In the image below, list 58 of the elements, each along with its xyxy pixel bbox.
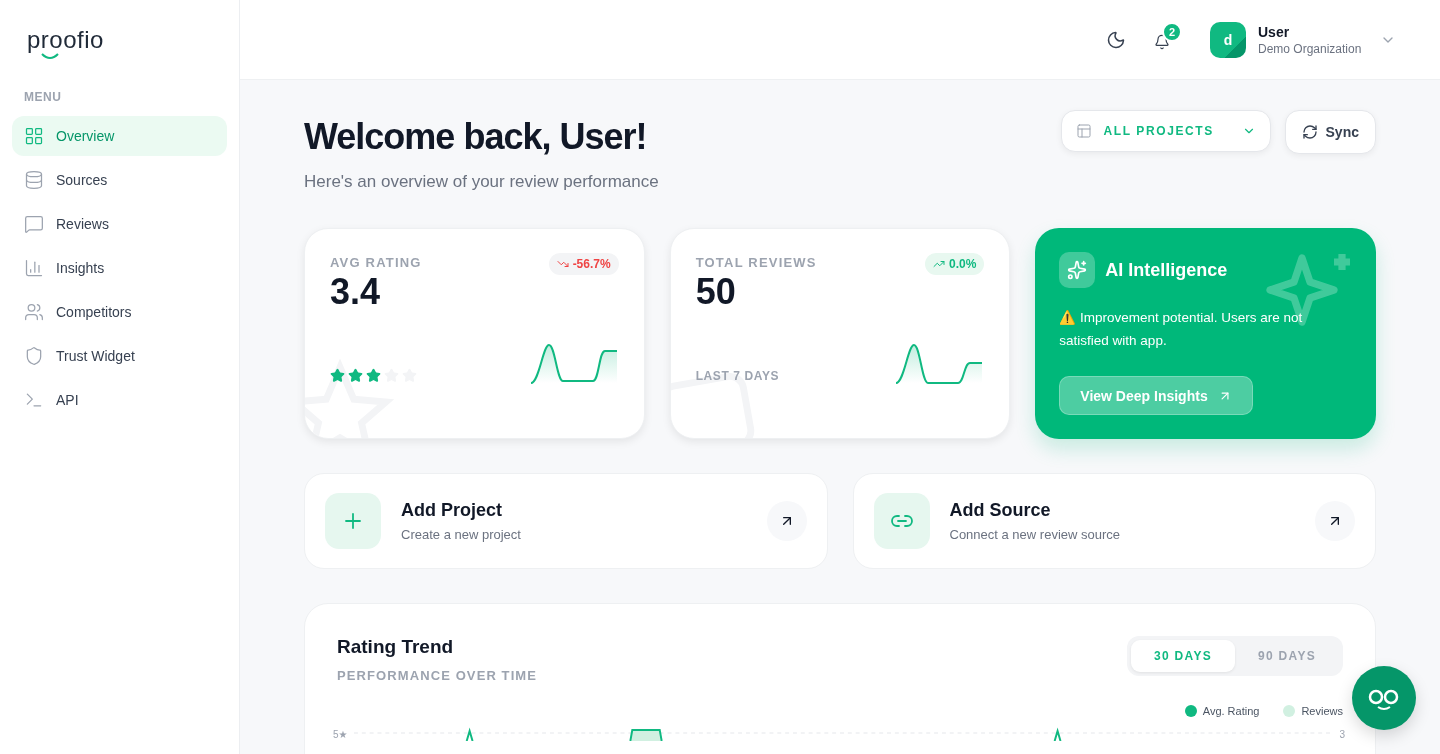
star-icon <box>348 368 363 383</box>
refresh-icon <box>1301 124 1318 140</box>
legend-label: Avg. Rating <box>1202 705 1260 717</box>
theme-toggle-button[interactable] <box>1106 29 1126 50</box>
stat-label: TOTAL REVIEWS <box>695 255 817 270</box>
sync-button[interactable]: Sync <box>1284 110 1376 154</box>
sidebar-item[interactable]: Competitors <box>12 292 227 332</box>
period-label: LAST 7 DAYS <box>695 369 780 383</box>
chat-button[interactable] <box>1352 666 1416 730</box>
menu-icon <box>24 258 44 278</box>
chart-title: Rating Trend <box>337 636 455 658</box>
star-icon <box>366 368 381 383</box>
arrow-up-right-icon <box>1315 501 1355 541</box>
user-name: User <box>1258 23 1291 40</box>
bell-icon <box>1154 33 1170 50</box>
sidebar-item[interactable]: Insights <box>12 248 227 288</box>
action-card[interactable]: Add Project Create a new project <box>304 473 828 569</box>
link-icon <box>873 493 930 549</box>
arrow-up-right-icon <box>766 501 807 541</box>
menu-icon <box>24 302 44 322</box>
sidebar-item[interactable]: Sources <box>12 160 227 200</box>
stat-value: 3.4 <box>330 271 382 313</box>
chart-subtitle: PERFORMANCE OVER TIME <box>337 668 538 683</box>
menu-icon <box>24 170 44 190</box>
stat-value: 50 <box>695 271 737 313</box>
stat-label: AVG RATING <box>330 255 422 270</box>
sparkles-icon <box>1059 252 1096 288</box>
smile-icon <box>40 52 60 60</box>
layout-icon <box>1075 123 1092 139</box>
star-icon <box>330 368 345 383</box>
menu-icon <box>24 346 44 366</box>
sidebar-item[interactable]: Reviews <box>12 204 227 244</box>
action-subtitle: Connect a new review source <box>949 527 1122 542</box>
action-title: Add Source <box>949 500 1052 521</box>
page-subtitle: Here's an overview of your review performance <box>304 172 659 192</box>
page-title: Welcome back, User! <box>304 116 648 158</box>
ai-insight-message: ⚠ Improvement potential. Users are not satisfied with app. <box>1059 309 1304 350</box>
user-avatar: d <box>1210 21 1246 58</box>
menu-icon <box>24 126 44 146</box>
axis-tick: 3 <box>1339 728 1345 740</box>
ai-card-title: AI Intelligence <box>1105 259 1228 281</box>
notification-count: 2 <box>1162 21 1182 42</box>
action-subtitle: Create a new project <box>401 527 522 542</box>
action-title: Add Project <box>401 500 503 521</box>
change-badge: 0.0% <box>924 253 985 275</box>
sidebar-item[interactable]: API <box>12 380 227 420</box>
legend-label: Reviews <box>1301 705 1343 717</box>
menu-heading: MENU <box>23 90 63 104</box>
menu-icon <box>24 214 44 234</box>
brand-logo: proofio <box>27 26 104 54</box>
axis-tick: 5★ <box>333 728 348 740</box>
organization-name: Demo Organization <box>1258 41 1363 56</box>
plus-icon <box>325 493 381 549</box>
sidebar-item[interactable]: Trust Widget <box>12 336 227 376</box>
action-card[interactable]: Add Source Connect a new review source <box>852 473 1376 569</box>
change-badge: -56.7% <box>548 253 619 275</box>
sidebar-item[interactable]: Overview <box>12 116 227 156</box>
moon-icon <box>1106 29 1126 50</box>
